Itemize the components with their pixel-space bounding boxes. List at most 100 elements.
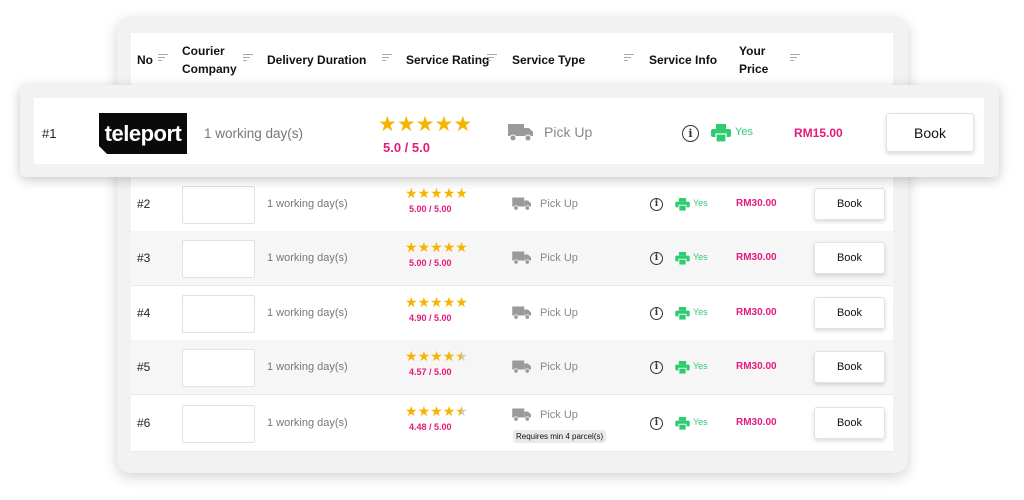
- row-number: #2: [137, 197, 151, 211]
- star-icon: ★: [442, 348, 456, 364]
- star-icon: ★: [417, 239, 431, 255]
- row-service-type: Pick Up: [540, 361, 578, 373]
- book-button[interactable]: Book: [814, 407, 885, 439]
- rating-stars: ★ ★ ★ ★ ★: [405, 295, 468, 310]
- courier-logo: [182, 349, 255, 387]
- star-icon: ★: [417, 185, 431, 201]
- table-row: #3 1 working day(s) ★ ★ ★ ★ ★ 5.00 / 5.00 Pi…: [131, 231, 893, 286]
- book-button[interactable]: Book: [814, 242, 885, 274]
- header-service-info: Service Info: [649, 53, 718, 67]
- star-icon: ★: [396, 113, 416, 136]
- header-duration[interactable]: Delivery Duration: [267, 33, 366, 87]
- row-duration: 1 working day(s): [267, 417, 348, 429]
- printer-icon: [675, 306, 690, 320]
- star-icon: ★: [430, 348, 443, 364]
- requirement-badge: Requires min 4 parcel(s): [513, 430, 607, 443]
- star-icon: ★: [415, 113, 435, 136]
- header-courier[interactable]: Courier Company: [182, 33, 237, 87]
- sort-icon[interactable]: [624, 54, 634, 64]
- star-icon: ★: [417, 403, 431, 419]
- star-icon: ★: [434, 113, 454, 136]
- printer-icon: [675, 416, 690, 430]
- star-icon: ★: [442, 403, 456, 419]
- star-icon: ★: [417, 294, 431, 310]
- star-icon: ★: [453, 113, 473, 136]
- table-header: No Courier Company Delivery Duration Ser…: [131, 33, 893, 88]
- sort-icon[interactable]: [243, 54, 253, 64]
- info-icon[interactable]: i: [650, 416, 663, 430]
- logo-text: teleport: [104, 120, 182, 146]
- book-button[interactable]: Book: [814, 188, 885, 220]
- star-icon: ★: [430, 294, 443, 310]
- info-icon[interactable]: i: [650, 306, 663, 320]
- star-icon: ★: [442, 239, 456, 255]
- row-service-type: Pick Up: [540, 307, 578, 319]
- truck-icon: [512, 251, 531, 265]
- star-icon: ★: [442, 185, 456, 201]
- row-service-type: Pick Up: [540, 409, 578, 421]
- featured-price: RM15.00: [794, 126, 843, 140]
- row-number: #4: [137, 306, 151, 320]
- featured-row-number: #1: [42, 125, 57, 141]
- star-icon: ★: [430, 403, 443, 419]
- truck-icon: [508, 124, 533, 142]
- featured-service-type: Pick Up: [544, 124, 593, 140]
- rating-stars: ★ ★ ★ ★ ★: [405, 349, 468, 364]
- table-row: #6 1 working day(s) ★ ★ ★ ★ ★ 4.48 / 5.00 Pi…: [131, 395, 893, 452]
- info-icon[interactable]: i: [650, 360, 663, 374]
- book-button[interactable]: Book: [814, 351, 885, 383]
- rating-value: 4.90 / 5.00: [409, 313, 452, 323]
- sort-icon[interactable]: [382, 54, 392, 64]
- print-yes: Yes: [693, 361, 708, 371]
- row-price: RM30.00: [736, 307, 777, 318]
- featured-book-button[interactable]: Book: [886, 113, 974, 152]
- row-number: #6: [137, 416, 151, 430]
- info-icon[interactable]: i: [682, 125, 699, 142]
- courier-logo: [182, 295, 255, 333]
- table-row: #5 1 working day(s) ★ ★ ★ ★ ★ 4.57 / 5.00 Pi…: [131, 340, 893, 395]
- star-icon: ★: [405, 185, 418, 201]
- row-duration: 1 working day(s): [267, 361, 348, 373]
- row-price: RM30.00: [736, 361, 777, 372]
- print-yes: Yes: [693, 252, 708, 262]
- featured-print-yes: Yes: [735, 126, 753, 138]
- row-duration: 1 working day(s): [267, 252, 348, 264]
- truck-icon: [512, 360, 531, 374]
- teleport-logo: teleport: [99, 113, 187, 154]
- courier-logo: [182, 240, 255, 278]
- half-star-icon: ★: [455, 403, 468, 419]
- info-icon[interactable]: i: [650, 197, 663, 211]
- book-button[interactable]: Book: [814, 297, 885, 329]
- row-price: RM30.00: [736, 417, 777, 428]
- rating-value: 4.57 / 5.00: [409, 367, 452, 377]
- header-price[interactable]: Your Price: [739, 33, 768, 87]
- featured-rating-stars: ★ ★ ★ ★ ★: [378, 114, 472, 136]
- row-number: #5: [137, 360, 151, 374]
- sort-icon[interactable]: [487, 54, 497, 64]
- featured-rating-value: 5.0 / 5.0: [383, 140, 430, 155]
- header-no[interactable]: No: [137, 33, 153, 87]
- star-icon: ★: [405, 403, 418, 419]
- table-row: #2 1 working day(s) ★ ★ ★ ★ ★ 5.00 / 5.00 Pi…: [131, 177, 893, 232]
- star-icon: ★: [405, 294, 418, 310]
- sort-icon[interactable]: [158, 54, 168, 64]
- rating-stars: ★ ★ ★ ★ ★: [405, 240, 468, 255]
- rating-stars: ★ ★ ★ ★ ★: [405, 404, 468, 419]
- truck-icon: [512, 197, 531, 211]
- printer-icon: [675, 360, 690, 374]
- half-star-icon: ★: [455, 348, 468, 364]
- star-icon: ★: [455, 239, 468, 255]
- print-yes: Yes: [693, 417, 708, 427]
- row-price: RM30.00: [736, 252, 777, 263]
- row-service-type: Pick Up: [540, 198, 578, 210]
- printer-icon: [711, 124, 731, 142]
- rating-value: 4.48 / 5.00: [409, 422, 452, 432]
- printer-icon: [675, 251, 690, 265]
- header-rating[interactable]: Service Rating: [406, 33, 489, 87]
- print-yes: Yes: [693, 198, 708, 208]
- row-duration: 1 working day(s): [267, 198, 348, 210]
- info-icon[interactable]: i: [650, 251, 663, 265]
- rating-value: 5.00 / 5.00: [409, 258, 452, 268]
- sort-icon[interactable]: [790, 54, 800, 64]
- header-service-type[interactable]: Service Type: [512, 33, 585, 87]
